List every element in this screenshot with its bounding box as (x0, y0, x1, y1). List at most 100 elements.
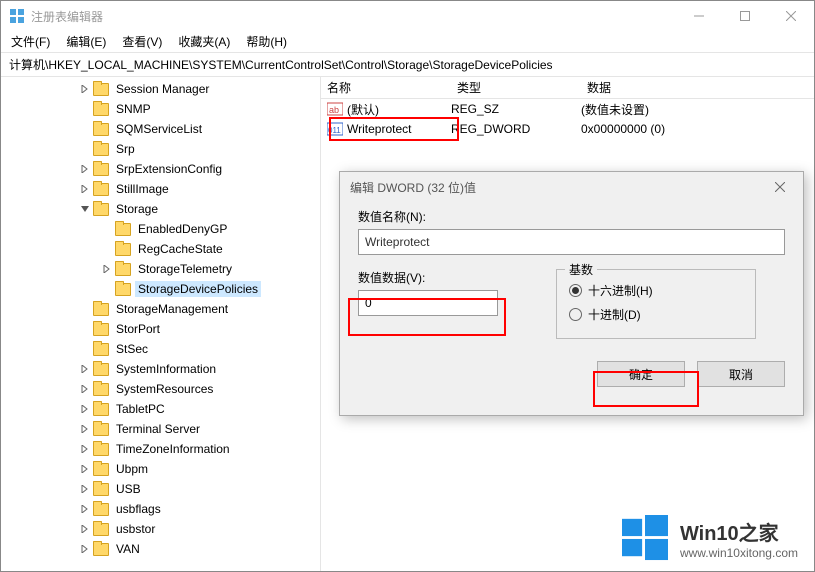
chevron-right-icon[interactable] (101, 263, 113, 275)
menu-favorites[interactable]: 收藏夹(A) (172, 31, 236, 52)
tree-item[interactable]: TimeZoneInformation (1, 439, 320, 459)
chevron-right-icon[interactable] (79, 163, 91, 175)
tree-item-label: USB (113, 481, 144, 497)
radio-hex-dot[interactable] (569, 284, 582, 297)
folder-icon (93, 303, 109, 316)
tree-item[interactable]: SQMServiceList (1, 119, 320, 139)
tree-item-label: Ubpm (113, 461, 151, 477)
tree-item[interactable]: SNMP (1, 99, 320, 119)
tree-item[interactable]: StorPort (1, 319, 320, 339)
tree-item[interactable]: RegCacheState (1, 239, 320, 259)
close-button[interactable] (768, 1, 814, 31)
value-data-label: 数值数据(V): (358, 269, 538, 286)
tree-item-label: StSec (113, 341, 151, 357)
folder-icon (93, 343, 109, 356)
cancel-button[interactable]: 取消 (697, 361, 785, 387)
address-text: 计算机\HKEY_LOCAL_MACHINE\SYSTEM\CurrentCon… (9, 56, 553, 73)
chevron-right-icon[interactable] (79, 403, 91, 415)
radio-hex[interactable]: 十六进制(H) (569, 278, 743, 302)
col-type[interactable]: 类型 (451, 79, 581, 96)
tree-item[interactable]: Srp (1, 139, 320, 159)
maximize-button[interactable] (722, 1, 768, 31)
tree-item-label: usbflags (113, 501, 164, 517)
ok-button[interactable]: 确定 (597, 361, 685, 387)
chevron-right-icon[interactable] (79, 483, 91, 495)
folder-icon (115, 283, 131, 296)
list-row[interactable]: ab(默认)REG_SZ(数值未设置) (321, 99, 814, 119)
folder-icon (93, 163, 109, 176)
chevron-right-icon[interactable] (79, 83, 91, 95)
tree-item-label: SQMServiceList (113, 121, 205, 137)
tree-item[interactable]: Session Manager (1, 79, 320, 99)
chevron-down-icon[interactable] (79, 203, 91, 215)
tree-item[interactable]: TabletPC (1, 399, 320, 419)
col-name[interactable]: 名称 (321, 79, 451, 96)
tree-item[interactable]: StorageManagement (1, 299, 320, 319)
chevron-right-icon[interactable] (79, 543, 91, 555)
chevron-right-icon[interactable] (79, 423, 91, 435)
folder-icon (115, 223, 131, 236)
registry-tree[interactable]: Session ManagerSNMP SQMServiceList Srp SrpE… (1, 77, 321, 571)
tree-item[interactable]: StorageDevicePolicies (1, 279, 320, 299)
watermark-title: Win10之家 (680, 517, 798, 546)
tree-item[interactable]: Terminal Server (1, 419, 320, 439)
col-data[interactable]: 数据 (581, 79, 814, 96)
value-data-input[interactable] (358, 290, 498, 316)
folder-icon (93, 103, 109, 116)
value-type: REG_DWORD (451, 122, 581, 136)
folder-icon (93, 383, 109, 396)
folder-icon (93, 363, 109, 376)
menu-help[interactable]: 帮助(H) (240, 31, 293, 52)
value-type: REG_SZ (451, 102, 581, 116)
value-name-input (358, 229, 785, 255)
radio-dec-dot[interactable] (569, 308, 582, 321)
menu-file[interactable]: 文件(F) (5, 31, 56, 52)
tree-item[interactable]: SrpExtensionConfig (1, 159, 320, 179)
tree-spacer (79, 323, 91, 335)
tree-spacer (79, 103, 91, 115)
tree-item[interactable]: VAN (1, 539, 320, 559)
address-bar[interactable]: 计算机\HKEY_LOCAL_MACHINE\SYSTEM\CurrentCon… (1, 53, 814, 77)
svg-text:011: 011 (328, 126, 341, 135)
tree-item[interactable]: SystemResources (1, 379, 320, 399)
tree-item[interactable]: USB (1, 479, 320, 499)
folder-icon (93, 503, 109, 516)
tree-item[interactable]: StillImage (1, 179, 320, 199)
tree-spacer (79, 303, 91, 315)
chevron-right-icon[interactable] (79, 363, 91, 375)
folder-icon (93, 543, 109, 556)
chevron-right-icon[interactable] (79, 523, 91, 535)
chevron-right-icon[interactable] (79, 183, 91, 195)
tree-item[interactable]: usbstor (1, 519, 320, 539)
minimize-button[interactable] (676, 1, 722, 31)
list-row[interactable]: 011WriteprotectREG_DWORD0x00000000 (0) (321, 119, 814, 139)
edit-dword-dialog: 编辑 DWORD (32 位)值 数值名称(N): 数值数据(V): 基数 十六… (339, 171, 804, 416)
folder-icon (93, 143, 109, 156)
tree-item[interactable]: SystemInformation (1, 359, 320, 379)
chevron-right-icon[interactable] (79, 503, 91, 515)
tree-item[interactable]: EnabledDenyGP (1, 219, 320, 239)
dialog-titlebar[interactable]: 编辑 DWORD (32 位)值 (340, 172, 803, 202)
value-name: (默认) (347, 101, 379, 118)
tree-item[interactable]: StorageTelemetry (1, 259, 320, 279)
tree-item-label: StorageManagement (113, 301, 231, 317)
value-data: 0x00000000 (0) (581, 122, 814, 136)
radio-dec[interactable]: 十进制(D) (569, 302, 743, 326)
tree-item-label: StorageDevicePolicies (135, 281, 261, 297)
tree-item-label: Srp (113, 141, 138, 157)
dialog-close-button[interactable] (767, 174, 793, 200)
titlebar: 注册表编辑器 (1, 1, 814, 31)
tree-item[interactable]: usbflags (1, 499, 320, 519)
menu-edit[interactable]: 编辑(E) (60, 31, 112, 52)
folder-icon (93, 203, 109, 216)
tree-item[interactable]: StSec (1, 339, 320, 359)
tree-item-label: EnabledDenyGP (135, 221, 230, 237)
menu-view[interactable]: 查看(V) (116, 31, 168, 52)
tree-spacer (79, 123, 91, 135)
chevron-right-icon[interactable] (79, 463, 91, 475)
tree-item[interactable]: Ubpm (1, 459, 320, 479)
tree-item[interactable]: Storage (1, 199, 320, 219)
chevron-right-icon[interactable] (79, 443, 91, 455)
folder-icon (93, 123, 109, 136)
chevron-right-icon[interactable] (79, 383, 91, 395)
